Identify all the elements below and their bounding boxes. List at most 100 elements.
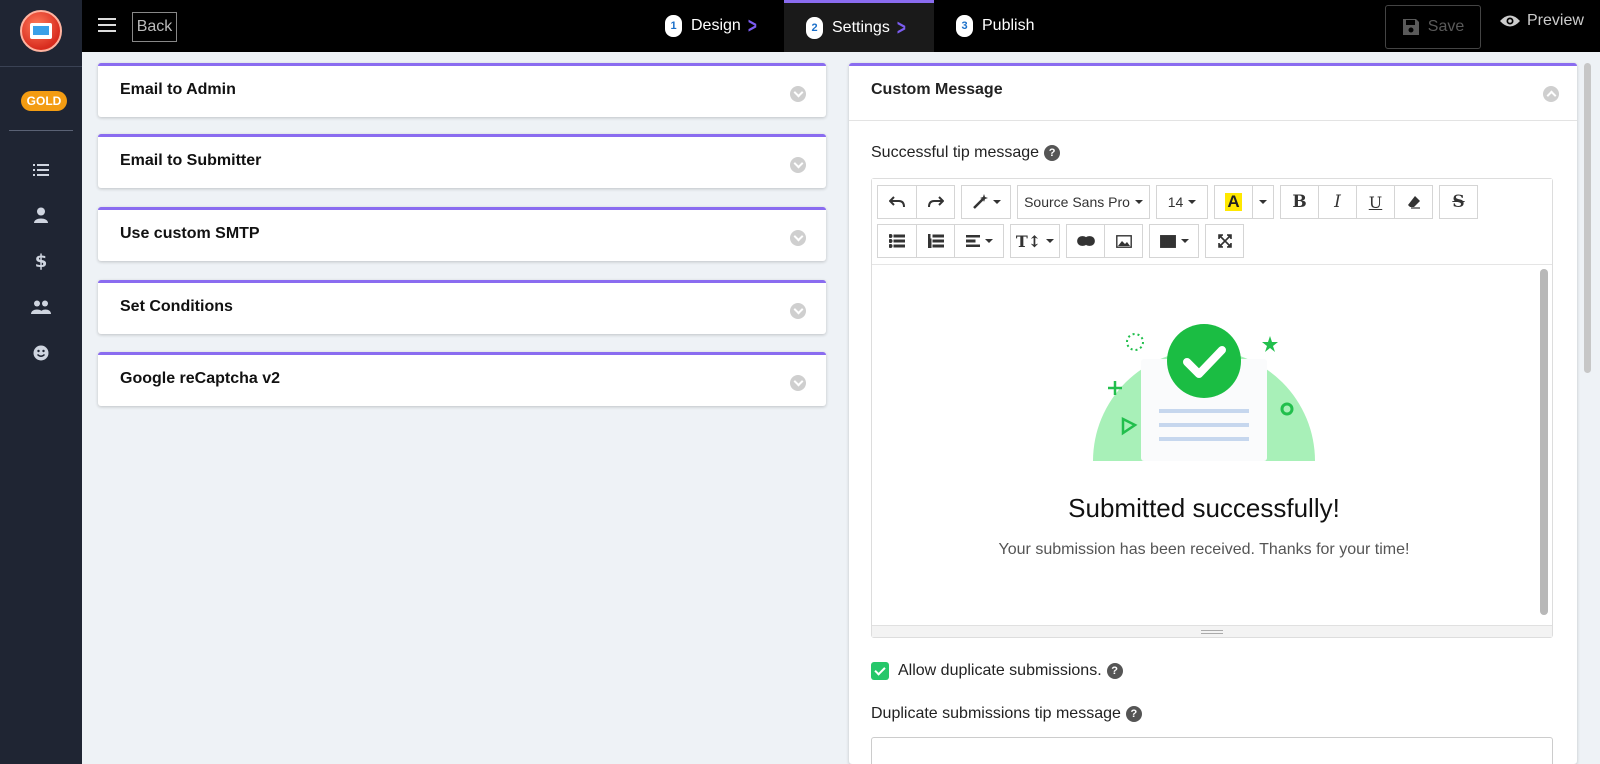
app-logo[interactable] <box>20 10 62 52</box>
bullet-list-button[interactable] <box>877 224 917 258</box>
font-size-dropdown[interactable]: 14 <box>1156 185 1208 219</box>
font-family-dropdown[interactable]: Source Sans Pro <box>1017 185 1150 219</box>
menu-icon[interactable] <box>98 18 116 34</box>
panel-title: Set Conditions <box>120 298 233 315</box>
panel-email-to-admin[interactable]: Email to Admin <box>98 63 826 117</box>
table-icon <box>1159 234 1176 248</box>
plan-badge: GOLD <box>21 91 67 111</box>
step-label: Settings <box>832 18 890 36</box>
editor-content[interactable]: Submitted successfully! Your submission … <box>872 265 1536 621</box>
duplicate-tip-label-text: Duplicate submissions tip message <box>871 705 1121 722</box>
editor-scrollbar[interactable] <box>1540 269 1548 615</box>
chevron-up-icon[interactable] <box>1543 86 1559 102</box>
panel-title: Google reCaptcha v2 <box>120 370 281 387</box>
step-design[interactable]: 1 Design > <box>665 0 759 52</box>
chevron-right-icon: > <box>896 14 906 40</box>
chevron-down-icon[interactable] <box>790 375 806 391</box>
help-icon[interactable]: ? <box>1125 706 1142 722</box>
smile-icon[interactable] <box>28 342 54 364</box>
back-button[interactable]: Back <box>132 12 177 42</box>
clear-format-button[interactable] <box>1394 185 1433 219</box>
save-label: Save <box>1427 18 1465 35</box>
undo-button[interactable] <box>877 185 917 219</box>
panel-email-to-submitter[interactable]: Email to Submitter <box>98 134 826 188</box>
editor-toolbar: Source Sans Pro 14 A B I U S T↕ <box>872 179 1552 265</box>
monitor-icon <box>30 23 52 39</box>
bold-button[interactable]: B <box>1280 185 1319 219</box>
allow-duplicate-row: Allow duplicate submissions. ? <box>871 662 1123 680</box>
tip-message-label-text: Successful tip message <box>871 144 1040 161</box>
preview-button[interactable]: Preview <box>1499 12 1584 30</box>
redo-icon <box>927 196 944 208</box>
floppy-disk-icon <box>1402 19 1419 35</box>
caret-down-icon <box>992 200 1001 204</box>
step-settings[interactable]: 2 Settings > <box>784 0 934 52</box>
tip-message-label: Successful tip message ? <box>871 144 1061 162</box>
font-color-icon: A <box>1225 192 1242 211</box>
panel-google-recaptcha[interactable]: Google reCaptcha v2 <box>98 352 826 406</box>
chevron-down-icon[interactable] <box>790 230 806 246</box>
caret-down-icon <box>1259 200 1267 204</box>
list-icon[interactable] <box>28 159 54 181</box>
link-button[interactable] <box>1066 224 1105 258</box>
step-publish[interactable]: 3 Publish <box>956 0 1034 52</box>
help-icon[interactable]: ? <box>1044 145 1061 161</box>
font-color-button[interactable]: A <box>1214 185 1253 219</box>
panel-title: Email to Submitter <box>120 152 262 169</box>
success-heading: Submitted successfully! <box>1068 493 1340 523</box>
image-button[interactable] <box>1104 224 1143 258</box>
chevron-down-icon[interactable] <box>790 303 806 319</box>
panel-title: Custom Message <box>871 81 1003 98</box>
help-icon[interactable]: ? <box>1106 663 1123 679</box>
success-text: Your submission has been received. Thank… <box>998 541 1410 558</box>
line-height-dropdown[interactable]: T↕ <box>1010 224 1060 258</box>
panel-title: Use custom SMTP <box>120 225 260 242</box>
align-left-icon <box>965 235 980 247</box>
font-family-value: Source Sans Pro <box>1024 194 1130 210</box>
redo-button[interactable] <box>916 185 955 219</box>
caret-down-icon <box>1180 239 1189 243</box>
link-icon <box>1076 236 1095 246</box>
undo-icon <box>889 196 905 208</box>
fullscreen-button[interactable] <box>1205 224 1244 258</box>
align-dropdown[interactable] <box>954 224 1004 258</box>
caret-down-icon <box>1134 200 1143 204</box>
caret-down-icon <box>1046 239 1055 243</box>
caret-down-icon <box>984 239 993 243</box>
rich-text-editor: Source Sans Pro 14 A B I U S T↕ Submitte… <box>871 178 1553 638</box>
custom-message-panel: Custom Message Successful tip message ? … <box>849 63 1577 764</box>
chevron-down-icon[interactable] <box>790 86 806 102</box>
panel-title: Email to Admin <box>120 81 236 98</box>
save-button[interactable]: Save <box>1385 5 1481 49</box>
step-number: 3 <box>956 15 973 37</box>
duplicate-tip-label: Duplicate submissions tip message ? <box>871 705 1142 723</box>
panel-custom-smtp[interactable]: Use custom SMTP <box>98 207 826 261</box>
image-icon <box>1115 234 1132 248</box>
step-label: Design <box>691 17 741 34</box>
strikethrough-button[interactable]: S <box>1439 185 1478 219</box>
chevron-down-icon[interactable] <box>790 157 806 173</box>
italic-button[interactable]: I <box>1318 185 1357 219</box>
text-height-icon: T↕ <box>1015 231 1042 251</box>
style-dropdown[interactable] <box>961 185 1011 219</box>
allow-duplicate-checkbox[interactable] <box>871 662 889 680</box>
preview-label: Preview <box>1527 12 1584 29</box>
eraser-icon <box>1407 196 1420 209</box>
numbered-list-icon <box>927 234 944 248</box>
step-number: 1 <box>665 15 682 37</box>
panel-header[interactable]: Custom Message <box>849 66 1577 121</box>
underline-button[interactable]: U <box>1356 185 1395 219</box>
numbered-list-button[interactable] <box>916 224 955 258</box>
user-icon[interactable] <box>28 204 54 226</box>
duplicate-tip-editor[interactable] <box>871 737 1553 764</box>
allow-duplicate-label: Allow duplicate submissions. <box>898 662 1102 679</box>
dollar-icon[interactable]: $ <box>28 250 54 272</box>
font-color-dropdown[interactable] <box>1252 185 1274 219</box>
page-scrollbar[interactable] <box>1584 63 1591 373</box>
panel-set-conditions[interactable]: Set Conditions <box>98 280 826 334</box>
editor-resize-handle[interactable] <box>872 625 1552 637</box>
sidebar-divider <box>0 66 82 67</box>
users-icon[interactable] <box>28 296 54 318</box>
top-bar: Back 1 Design > 2 Settings > 3 Publish S… <box>82 0 1600 52</box>
table-dropdown[interactable] <box>1149 224 1199 258</box>
